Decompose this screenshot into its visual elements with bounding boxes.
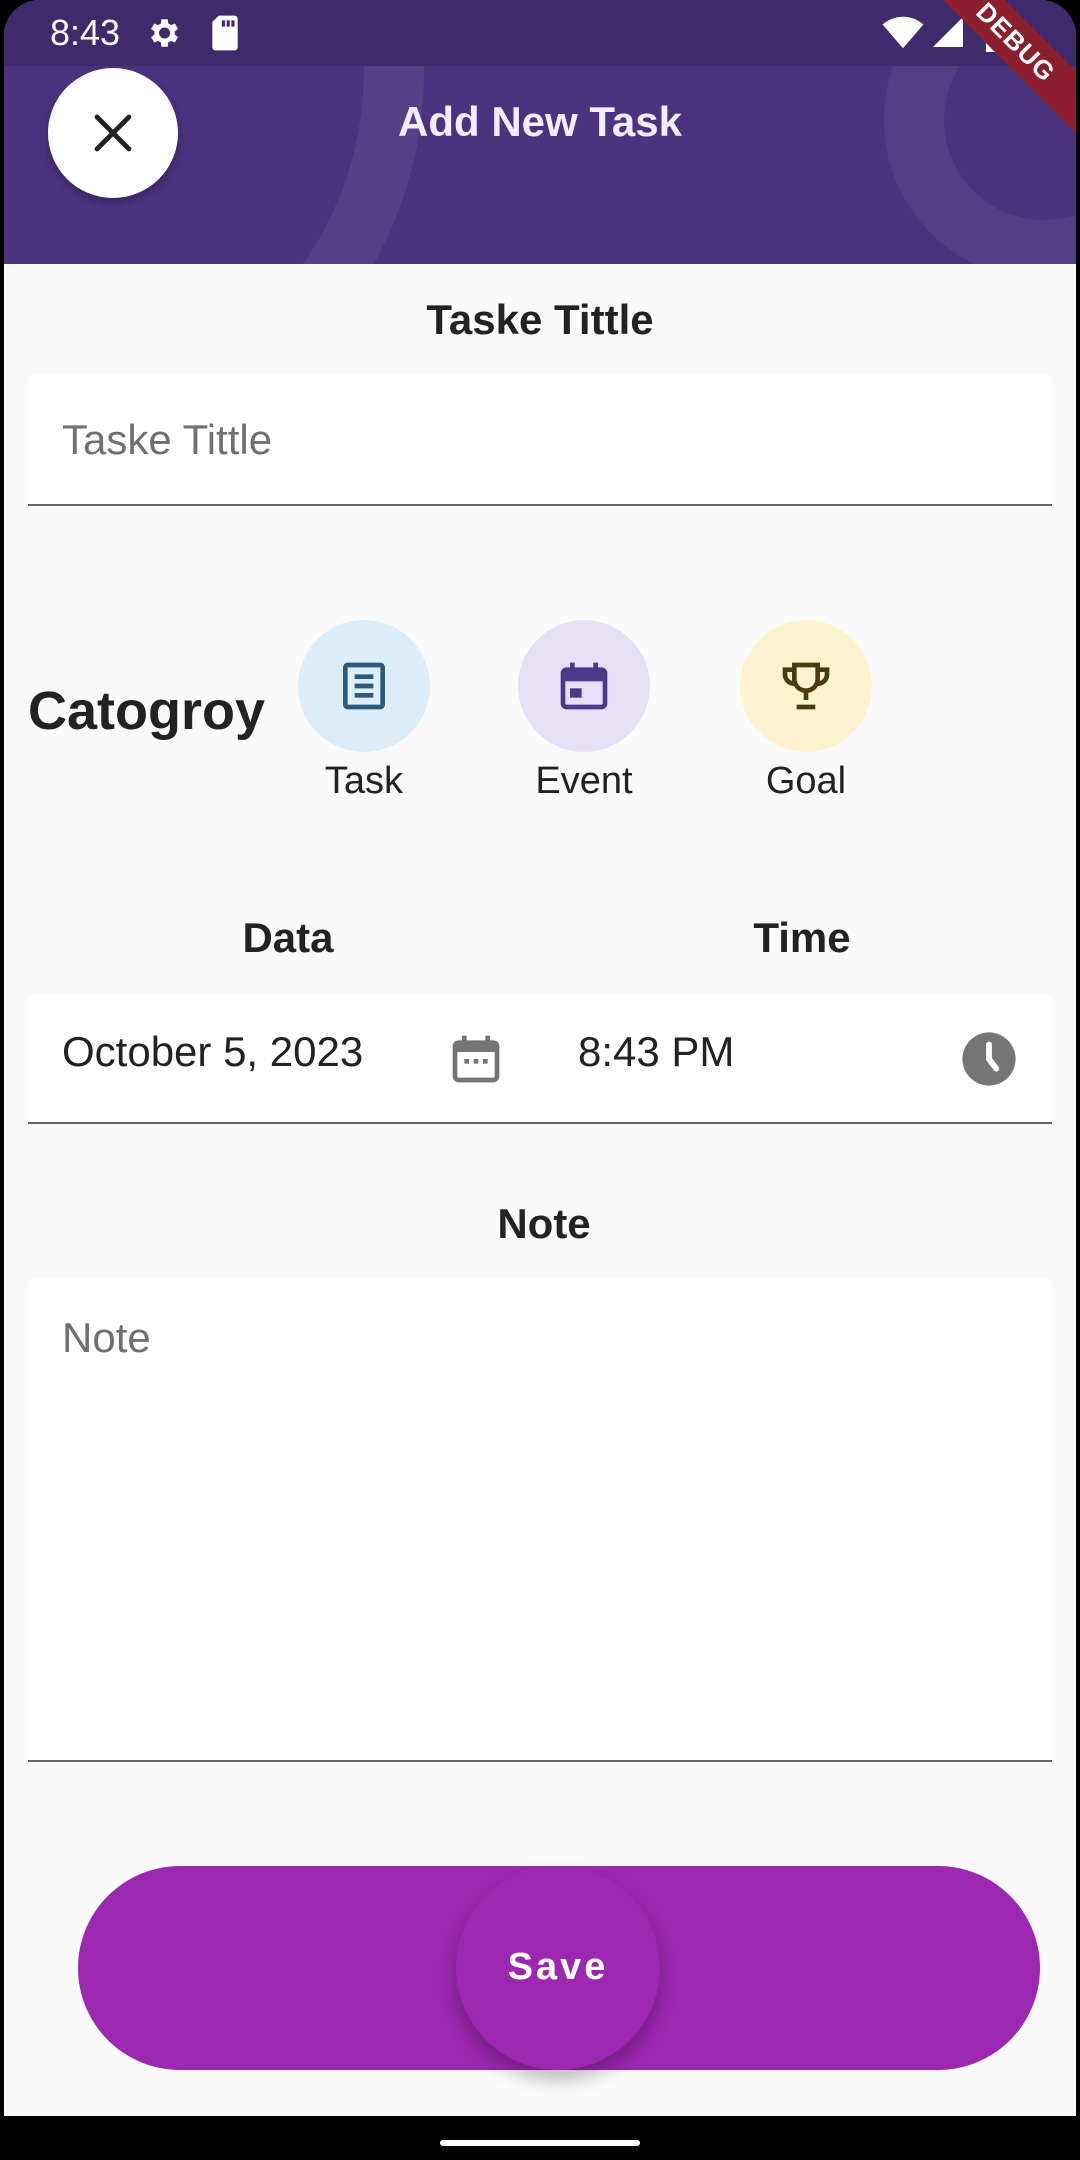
time-picker-field[interactable]: 8:43 PM xyxy=(540,994,1052,1124)
category-event[interactable]: Event xyxy=(518,620,650,803)
note-field-label: Note xyxy=(497,1200,591,1247)
settings-icon xyxy=(144,14,182,57)
status-bar: 8:43 xyxy=(4,0,1076,66)
category-task[interactable]: Task xyxy=(298,620,430,803)
title-field-label: Taske Tittle xyxy=(426,296,654,343)
date-value: October 5, 2023 xyxy=(62,1028,364,1075)
time-field-label: Time xyxy=(753,914,851,961)
calendar-icon xyxy=(560,662,608,710)
date-picker-field[interactable]: October 5, 2023 xyxy=(28,994,542,1124)
document-icon xyxy=(343,662,385,710)
category-goal[interactable]: Goal xyxy=(740,620,872,803)
calendar-icon[interactable] xyxy=(448,1030,504,1093)
save-button-label: Save xyxy=(507,1946,609,1988)
title-input[interactable]: Taske Tittle xyxy=(28,374,1052,506)
category-label: Catogroy xyxy=(28,681,266,741)
clock-icon[interactable] xyxy=(960,1030,1018,1093)
sd-card-icon xyxy=(208,14,242,57)
category-goal-circle xyxy=(740,620,872,752)
close-icon xyxy=(94,114,132,152)
cell-signal-icon xyxy=(930,14,966,55)
time-value: 8:43 PM xyxy=(578,1028,735,1075)
category-event-label: Event xyxy=(535,760,633,802)
category-task-label: Task xyxy=(324,760,404,802)
trophy-icon xyxy=(782,662,830,710)
status-time: 8:43 xyxy=(50,12,121,53)
category-goal-label: Goal xyxy=(765,760,847,802)
app-screen: 8:43 Add New Task DEBUG Taske Tittle Tas… xyxy=(4,0,1076,2116)
close-button[interactable] xyxy=(48,68,178,198)
date-field-label: Data xyxy=(242,914,334,961)
category-task-circle xyxy=(298,620,430,752)
note-placeholder: Note xyxy=(62,1314,151,1361)
title-input-placeholder: Taske Tittle xyxy=(62,416,273,463)
category-event-circle xyxy=(518,620,650,752)
home-indicator[interactable] xyxy=(440,2140,640,2146)
wifi-icon xyxy=(882,16,924,55)
device-frame: 8:43 Add New Task DEBUG Taske Tittle Tas… xyxy=(0,0,1080,2160)
app-header: 8:43 Add New Task DEBUG xyxy=(4,0,1076,264)
note-textarea[interactable]: Note xyxy=(28,1278,1052,1762)
